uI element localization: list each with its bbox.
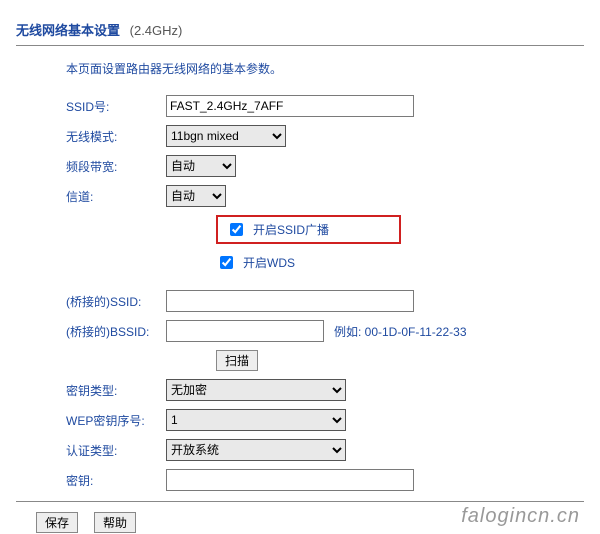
key-type-select[interactable]: 无加密 — [166, 379, 346, 401]
ssid-broadcast-highlight: 开启SSID广播 — [216, 215, 401, 244]
save-button[interactable]: 保存 — [36, 512, 78, 533]
mode-select[interactable]: 11bgn mixed — [166, 125, 286, 147]
enable-wds-checkbox[interactable] — [220, 256, 233, 269]
enable-ssid-label: 开启SSID广播 — [253, 221, 329, 238]
bridge-ssid-input[interactable] — [166, 290, 414, 312]
enable-wds-label: 开启WDS — [243, 254, 295, 271]
ssid-input[interactable] — [166, 95, 414, 117]
help-button[interactable]: 帮助 — [94, 512, 136, 533]
band-label: (2.4GHz) — [130, 23, 183, 38]
wep-index-select[interactable]: 1 — [166, 409, 346, 431]
channel-select[interactable]: 自动 — [166, 185, 226, 207]
bandwidth-select[interactable]: 自动 — [166, 155, 236, 177]
bridge-bssid-label: (桥接的)BSSID: — [66, 323, 166, 340]
wireless-settings-panel: 无线网络基本设置 (2.4GHz) 本页面设置路由器无线网络的基本参数。 SSI… — [0, 0, 600, 534]
intro-text: 本页面设置路由器无线网络的基本参数。 — [66, 60, 584, 77]
auth-type-select[interactable]: 开放系统 — [166, 439, 346, 461]
page-title: 无线网络基本设置 — [16, 23, 120, 38]
key-input[interactable] — [166, 469, 414, 491]
watermark: falogincn.cn — [461, 505, 580, 528]
mode-label: 无线模式: — [66, 128, 166, 145]
key-label: 密钥: — [66, 472, 166, 489]
auth-type-label: 认证类型: — [66, 442, 166, 459]
bandwidth-label: 频段带宽: — [66, 158, 166, 175]
key-type-label: 密钥类型: — [66, 382, 166, 399]
ssid-label: SSID号: — [66, 98, 166, 115]
bridge-bssid-input[interactable] — [166, 320, 324, 342]
settings-form: SSID号: 无线模式: 11bgn mixed 频段带宽: 自动 信道: — [66, 95, 584, 491]
bssid-hint: 例如: 00-1D-0F-11-22-33 — [334, 323, 467, 340]
scan-button[interactable]: 扫描 — [216, 350, 258, 371]
enable-ssid-checkbox[interactable] — [230, 223, 243, 236]
wep-index-label: WEP密钥序号: — [66, 412, 166, 429]
channel-label: 信道: — [66, 188, 166, 205]
panel-header: 无线网络基本设置 (2.4GHz) — [16, 20, 584, 46]
bridge-ssid-label: (桥接的)SSID: — [66, 293, 166, 310]
